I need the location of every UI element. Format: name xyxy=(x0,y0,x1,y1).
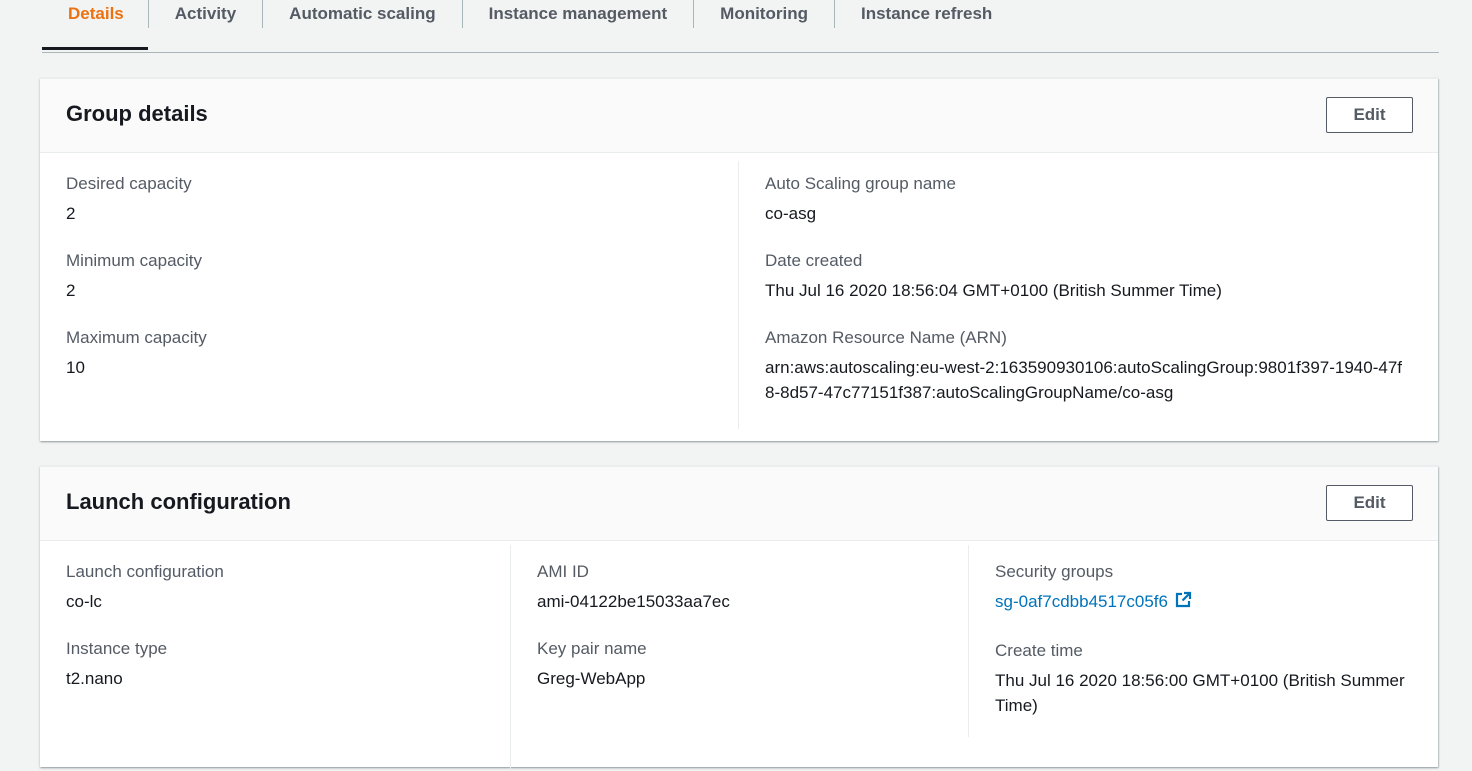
launch-config-field: Launch configuration co-lc xyxy=(66,561,484,614)
date-created-value: Thu Jul 16 2020 18:56:04 GMT+0100 (Briti… xyxy=(765,281,1222,300)
security-group-link[interactable]: sg-0af7cdbb4517c05f6 xyxy=(995,592,1168,611)
key-pair-value: Greg-WebApp xyxy=(537,669,646,688)
key-pair-label: Key pair name xyxy=(537,639,647,658)
maximum-capacity-label: Maximum capacity xyxy=(66,328,207,347)
group-details-body: Desired capacity 2 Minimum capacity 2 Ma… xyxy=(40,153,1438,441)
launch-config-column-2: AMI ID ami-04122be15033aa7ec Key pair na… xyxy=(510,545,968,771)
tab-monitoring[interactable]: Monitoring xyxy=(694,0,835,28)
group-details-right-column: Auto Scaling group name co-asg Date crea… xyxy=(738,161,1438,429)
minimum-capacity-label: Minimum capacity xyxy=(66,251,203,270)
asg-name-label: Auto Scaling group name xyxy=(765,174,956,193)
tab-bar: Details Activity Automatic scaling Insta… xyxy=(42,0,1439,53)
launch-config-column-3: Security groups sg-0af7cdbb4517c05f6 Cre… xyxy=(968,545,1438,737)
instance-type-value: t2.nano xyxy=(66,669,123,688)
arn-value: arn:aws:autoscaling:eu-west-2:1635909301… xyxy=(765,358,1403,402)
security-groups-value: sg-0af7cdbb4517c05f6 xyxy=(995,589,1416,616)
maximum-capacity-field: Maximum capacity 10 xyxy=(66,327,712,380)
arn-field: Amazon Resource Name (ARN) arn:aws:autos… xyxy=(765,327,1408,405)
asg-name-value: co-asg xyxy=(765,204,817,223)
asg-name-field: Auto Scaling group name co-asg xyxy=(765,173,1408,226)
date-created-field: Date created Thu Jul 16 2020 18:56:04 GM… xyxy=(765,250,1408,303)
maximum-capacity-value: 10 xyxy=(66,358,85,377)
launch-configuration-title: Launch configuration xyxy=(66,489,291,514)
launch-configuration-body: Launch configuration co-lc Instance type… xyxy=(40,541,1438,771)
launch-configuration-edit-button[interactable]: Edit xyxy=(1326,485,1413,521)
minimum-capacity-field: Minimum capacity 2 xyxy=(66,250,712,303)
tab-details[interactable]: Details xyxy=(42,0,149,50)
minimum-capacity-value: 2 xyxy=(66,281,76,300)
tab-automatic-scaling[interactable]: Automatic scaling xyxy=(263,0,463,28)
desired-capacity-value: 2 xyxy=(66,204,76,223)
group-details-header: Group details Edit xyxy=(40,79,1438,153)
launch-config-value: co-lc xyxy=(66,592,102,611)
desired-capacity-label: Desired capacity xyxy=(66,174,192,193)
date-created-label: Date created xyxy=(765,251,863,270)
launch-config-label: Launch configuration xyxy=(66,562,224,581)
tab-instance-refresh[interactable]: Instance refresh xyxy=(835,0,1018,28)
tab-activity[interactable]: Activity xyxy=(149,0,264,28)
desired-capacity-field: Desired capacity 2 xyxy=(66,173,712,226)
launch-config-column-1: Launch configuration co-lc Instance type… xyxy=(40,541,510,771)
arn-label: Amazon Resource Name (ARN) xyxy=(765,328,1007,347)
launch-configuration-header: Launch configuration Edit xyxy=(40,467,1438,541)
instance-type-field: Instance type t2.nano xyxy=(66,638,484,691)
create-time-label: Create time xyxy=(995,641,1083,660)
ami-id-value: ami-04122be15033aa7ec xyxy=(537,592,730,611)
tab-instance-management[interactable]: Instance management xyxy=(463,0,695,28)
external-link-icon[interactable] xyxy=(1174,591,1192,616)
group-details-panel: Group details Edit Desired capacity 2 Mi… xyxy=(40,78,1438,441)
group-details-edit-button[interactable]: Edit xyxy=(1326,97,1413,133)
create-time-field: Create time Thu Jul 16 2020 18:56:00 GMT… xyxy=(995,640,1416,718)
instance-type-label: Instance type xyxy=(66,639,168,658)
create-time-value: Thu Jul 16 2020 18:56:00 GMT+0100 (Briti… xyxy=(995,671,1405,715)
group-details-left-column: Desired capacity 2 Minimum capacity 2 Ma… xyxy=(40,153,738,441)
ami-id-label: AMI ID xyxy=(537,562,589,581)
launch-configuration-panel: Launch configuration Edit Launch configu… xyxy=(40,466,1438,771)
ami-id-field: AMI ID ami-04122be15033aa7ec xyxy=(537,561,942,614)
key-pair-field: Key pair name Greg-WebApp xyxy=(537,638,942,691)
group-details-title: Group details xyxy=(66,101,208,126)
security-groups-label: Security groups xyxy=(995,562,1114,581)
security-groups-field: Security groups sg-0af7cdbb4517c05f6 xyxy=(995,561,1416,616)
